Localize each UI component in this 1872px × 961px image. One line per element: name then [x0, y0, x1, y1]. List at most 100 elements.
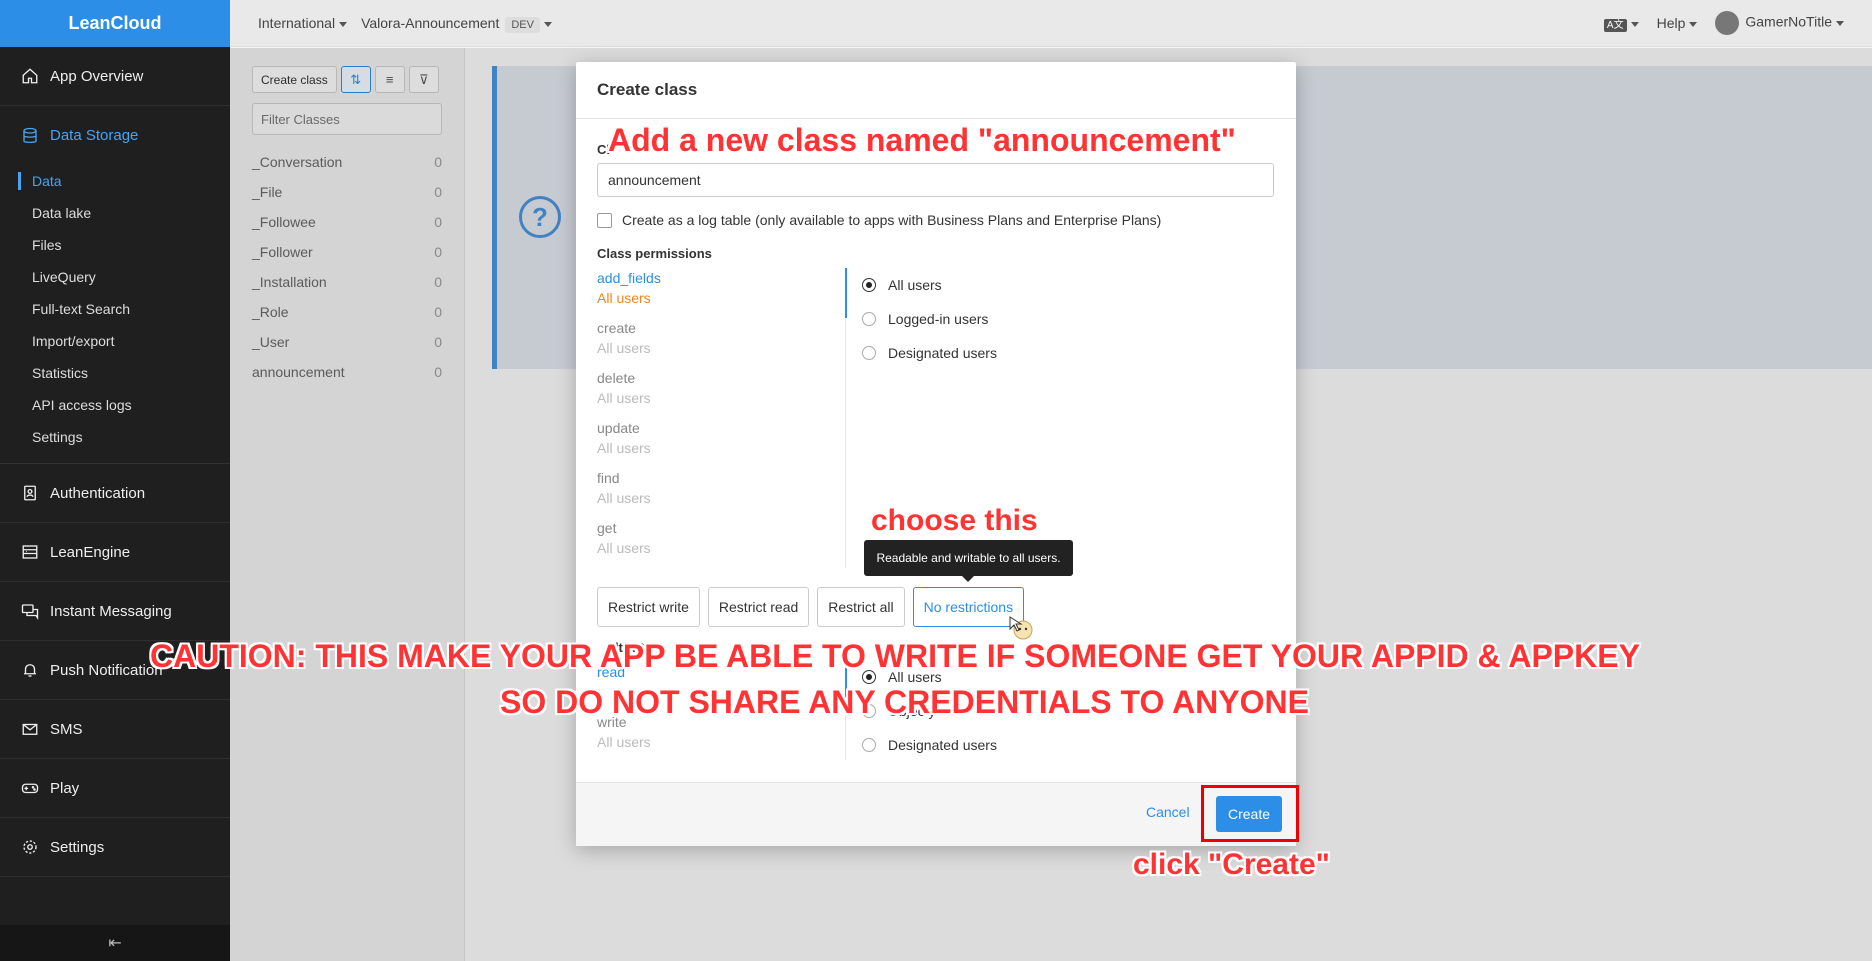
chevron-down-icon: [1630, 21, 1639, 27]
perm-update[interactable]: update All users: [597, 418, 847, 468]
nav-label: LeanEngine: [50, 543, 131, 561]
perm-delete[interactable]: delete All users: [597, 368, 847, 418]
perm-name: get: [597, 520, 617, 536]
subnav-data[interactable]: Data: [0, 165, 230, 197]
mail-icon: [20, 719, 40, 739]
brand-logo[interactable]: LeanCloud: [0, 0, 230, 47]
nav-authentication[interactable]: Authentication: [0, 464, 230, 523]
perm-name: add_fields: [597, 270, 661, 286]
nav-label: App Overview: [50, 67, 144, 85]
log-table-label: Create as a log table (only available to…: [622, 212, 1162, 228]
subnav-files[interactable]: Files: [0, 229, 230, 261]
modal-footer: Cancel Create: [576, 782, 1296, 846]
topbar: International Valora-Announcement DEV A文 …: [230, 0, 1872, 47]
perm-create[interactable]: create All users: [597, 318, 847, 368]
nav-instant-messaging[interactable]: Instant Messaging: [0, 582, 230, 641]
radio-button[interactable]: [862, 738, 876, 752]
subnav-statistics[interactable]: Statistics: [0, 357, 230, 389]
gear-icon: [20, 837, 40, 857]
subnav-api-logs[interactable]: API access logs: [0, 389, 230, 421]
radio-button[interactable]: [862, 278, 876, 292]
avatar: [1715, 11, 1740, 35]
perm-active-indicator: [845, 268, 847, 318]
subnav-settings[interactable]: Settings: [0, 421, 230, 453]
annotation-caution-line2: SO DO NOT SHARE ANY CREDENTIALS TO ANYON…: [500, 684, 1309, 720]
cancel-button[interactable]: Cancel: [1146, 804, 1190, 820]
nav-app-overview[interactable]: App Overview: [0, 47, 230, 106]
chevron-down-icon: [543, 21, 552, 27]
highlight-create-box: [1201, 785, 1299, 842]
chevron-down-icon: [1836, 20, 1844, 26]
sidebar: LeanCloud App Overview Data Storage Data…: [0, 0, 230, 961]
user-menu[interactable]: GamerNoTitle: [1715, 11, 1844, 35]
collapse-sidebar-button[interactable]: ⇤: [0, 925, 230, 961]
radio-logged-in-users[interactable]: Logged-in users: [862, 302, 997, 336]
chevron-down-icon: [1689, 21, 1698, 27]
create-class-modal: Create class Cl Create as a log table (o…: [576, 62, 1296, 846]
nav-label: Settings: [50, 838, 105, 856]
no-restrictions-tooltip: Readable and writable to all users.: [864, 540, 1073, 582]
subnav-livequery[interactable]: LiveQuery: [0, 261, 230, 293]
help-label: Help: [1656, 15, 1686, 31]
server-icon: [20, 542, 40, 562]
class-permissions-title: Class permissions: [597, 246, 712, 261]
restrict-buttons: Restrict write Restrict read Restrict al…: [597, 587, 1025, 627]
perm-value: All users: [597, 490, 651, 506]
perm-value: All users: [597, 540, 651, 556]
radio-label: Designated users: [888, 737, 997, 753]
restrict-write-button[interactable]: Restrict write: [597, 587, 700, 627]
acl-value: All users: [597, 734, 651, 750]
perm-name: update: [597, 420, 640, 436]
language-selector[interactable]: A文: [1603, 15, 1639, 32]
subnav-import-export[interactable]: Import/export: [0, 325, 230, 357]
log-table-checkbox-row[interactable]: Create as a log table (only available to…: [597, 212, 1161, 228]
perm-find[interactable]: find All users: [597, 468, 847, 518]
env-badge: DEV: [505, 17, 540, 33]
permission-list: add_fields All users create All users dele…: [597, 268, 847, 568]
subnav-data-lake[interactable]: Data lake: [0, 197, 230, 229]
app-selector[interactable]: Valora-Announcement DEV: [361, 15, 552, 33]
bell-icon: [20, 660, 40, 680]
acl-radio-designated-users[interactable]: Designated users: [862, 728, 997, 762]
permission-radios: All users Logged-in users Designated use…: [862, 268, 997, 370]
gamepad-icon: [20, 778, 40, 798]
nav-label: SMS: [50, 720, 83, 738]
radio-all-users[interactable]: All users: [862, 268, 997, 302]
restrict-read-button[interactable]: Restrict read: [707, 587, 810, 627]
app-label: Valora-Announcement: [361, 15, 500, 31]
perm-get[interactable]: get All users: [597, 518, 847, 568]
nav-leanengine[interactable]: LeanEngine: [0, 523, 230, 582]
nav-label: Authentication: [50, 484, 146, 502]
topbar-right: A文 Help GamerNoTitle: [1603, 11, 1844, 35]
nav-sms[interactable]: SMS: [0, 700, 230, 759]
perm-add-fields[interactable]: add_fields All users: [597, 268, 847, 318]
perm-value: All users: [597, 290, 651, 306]
class-name-input[interactable]: [597, 163, 1274, 197]
collapse-icon: ⇤: [108, 935, 122, 952]
database-icon: [20, 126, 40, 146]
nav-label: Play: [50, 779, 80, 797]
id-card-icon: [20, 483, 40, 503]
nav-play[interactable]: Play: [0, 759, 230, 818]
radio-label: Logged-in users: [888, 311, 989, 327]
radio-button[interactable]: [862, 312, 876, 326]
perm-name: create: [597, 320, 636, 336]
subnav-fulltext-search[interactable]: Full-text Search: [0, 293, 230, 325]
perm-name: delete: [597, 370, 636, 386]
nav-data-storage[interactable]: Data Storage: [0, 106, 230, 165]
perm-value: All users: [597, 390, 651, 406]
radio-label: Designated users: [888, 345, 997, 361]
radio-button[interactable]: [862, 346, 876, 360]
restrict-all-button[interactable]: Restrict all: [817, 587, 905, 627]
modal-title: Create class: [576, 62, 1296, 119]
radio-designated-users[interactable]: Designated users: [862, 336, 997, 370]
help-menu[interactable]: Help: [1657, 15, 1698, 31]
data-storage-subnav: Data Data lake Files LiveQuery Full-text…: [0, 165, 230, 464]
translate-icon: A文: [1603, 19, 1627, 32]
log-table-checkbox[interactable]: [597, 212, 612, 228]
perm-name: find: [597, 470, 620, 486]
radio-label: All users: [888, 277, 942, 293]
nav-settings[interactable]: Settings: [0, 818, 230, 877]
region-selector[interactable]: International: [258, 15, 348, 31]
chevron-down-icon: [339, 21, 348, 27]
